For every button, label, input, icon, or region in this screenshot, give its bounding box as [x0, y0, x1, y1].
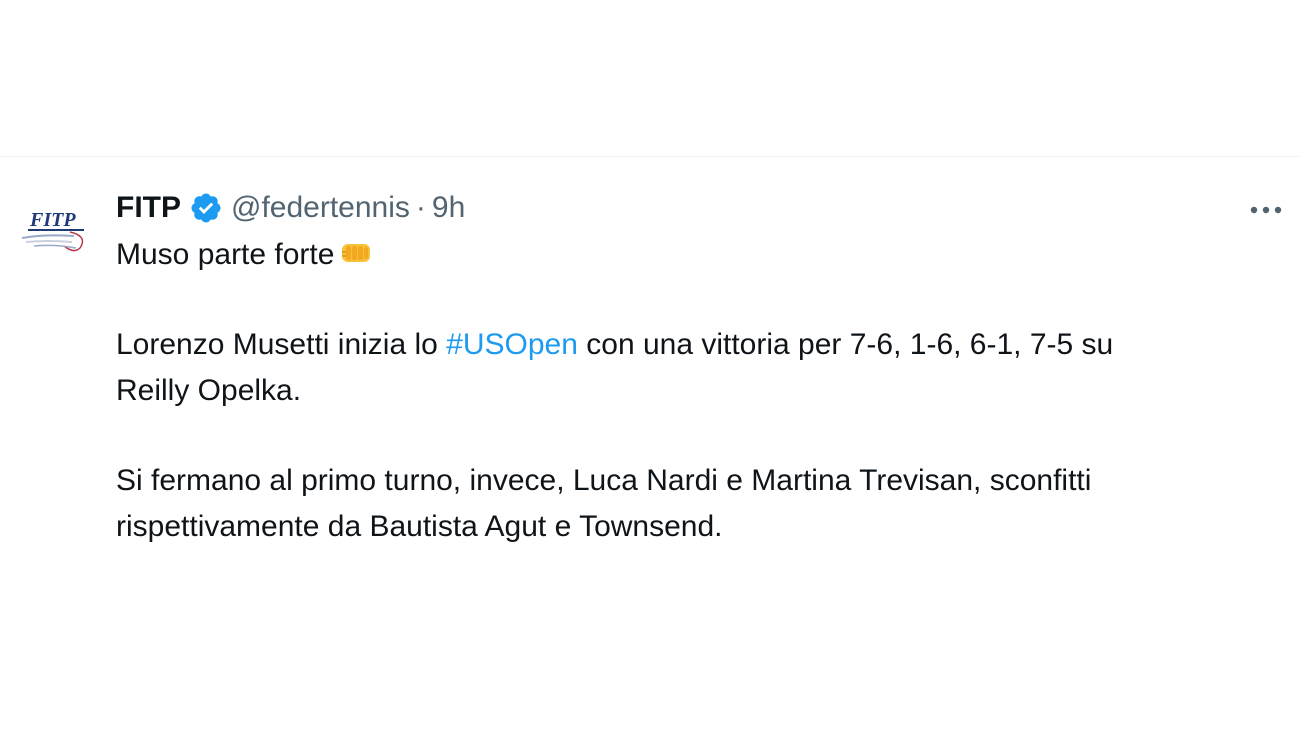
para3-text-line2: rispettivamente da Bautista Agut e Towns…	[116, 510, 723, 543]
tweet-paragraph-3: Si fermano al primo turno, invece, Luca …	[116, 458, 1276, 550]
tweet-content: FITP @federtennis · 9h Muso parte forte	[116, 186, 1276, 550]
para2-text-line2: Reilly Opelka.	[116, 374, 302, 407]
oncoming-fist-icon	[338, 236, 374, 266]
timeline-divider	[0, 156, 1300, 157]
tweet-text: Muso parte forte Lorenzo Musetti inizia …	[116, 232, 1276, 550]
more-horizontal-icon[interactable]	[1246, 196, 1286, 224]
hashtag-link[interactable]: #USOpen	[446, 328, 578, 361]
tweet-paragraph-2: Lorenzo Musetti inizia lo #USOpen con un…	[116, 322, 1276, 414]
para3-text-line1: Si fermano al primo turno, invece, Luca …	[116, 464, 1092, 497]
para2-text-end: con una vittoria per 7-6, 1-6, 6-1, 7-5 …	[577, 328, 1114, 361]
verified-badge-icon[interactable]	[189, 191, 223, 225]
para2-text-start: Lorenzo Musetti inizia lo	[116, 328, 447, 361]
separator-dot: ·	[415, 191, 426, 224]
tweet-header: FITP @federtennis · 9h	[116, 186, 1276, 230]
avatar[interactable]: FITP	[14, 196, 92, 274]
tweet-line-1: Muso parte forte	[116, 232, 1276, 278]
tweet-page: FITP FITP @federtennis · 9h Muso parte f…	[0, 0, 1300, 730]
display-name[interactable]: FITP	[116, 186, 181, 230]
fitp-logo-text: FITP	[29, 209, 76, 231]
fitp-logo: FITP	[21, 209, 84, 252]
timestamp[interactable]: 9h	[432, 186, 465, 230]
tweet-line-1-text: Muso parte forte	[116, 238, 335, 271]
user-handle[interactable]: @federtennis	[231, 186, 410, 230]
